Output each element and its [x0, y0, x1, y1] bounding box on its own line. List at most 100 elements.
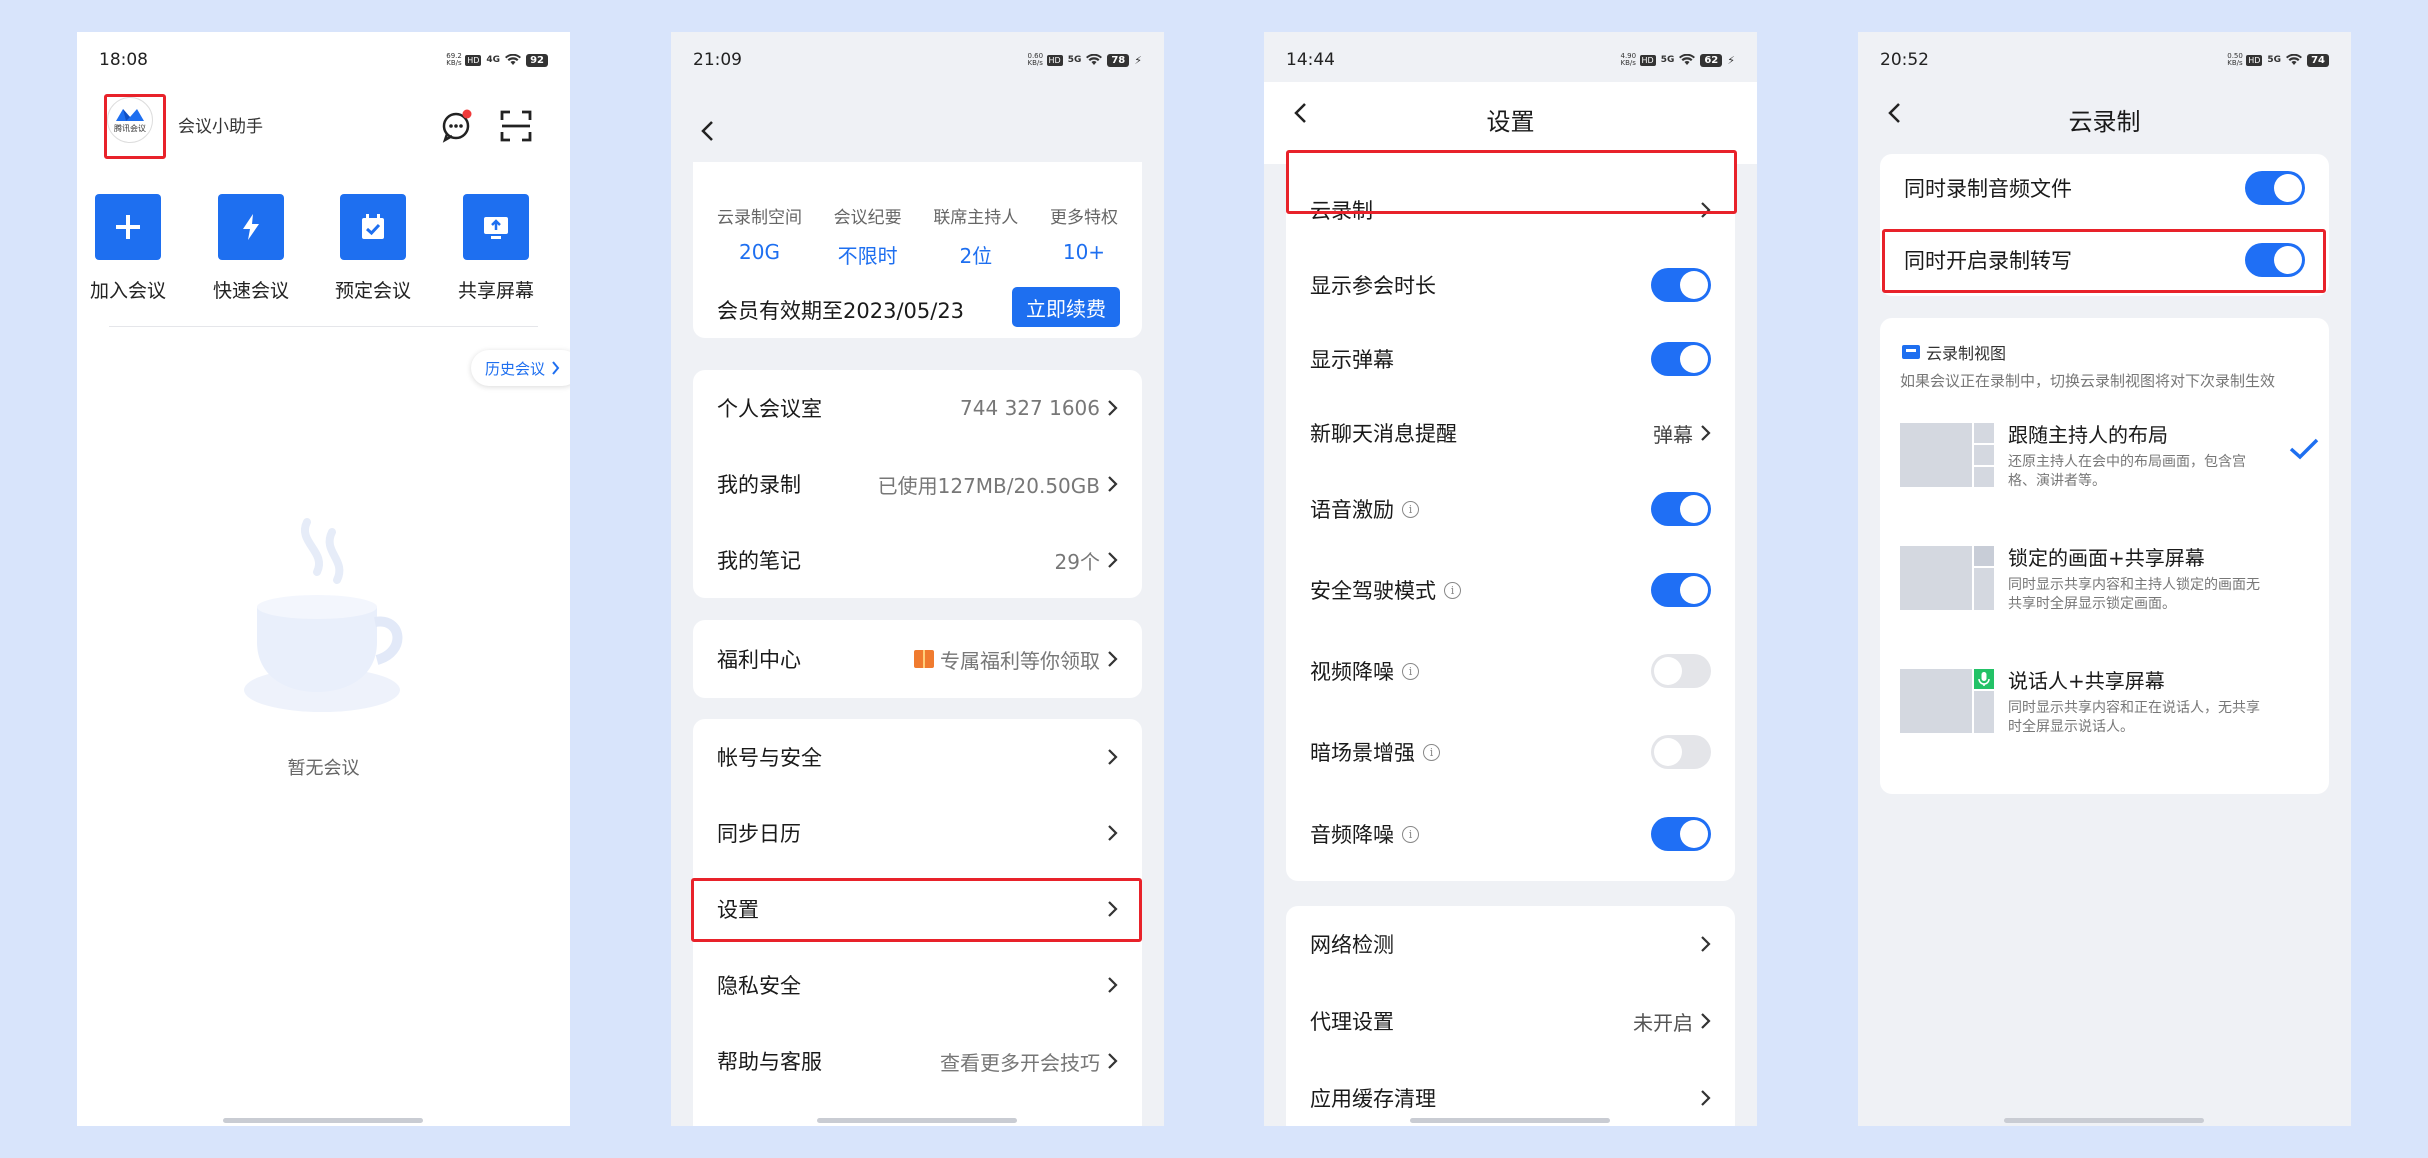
toggle-switch[interactable] [1651, 268, 1711, 302]
stat-value: 2位 [959, 244, 993, 268]
row-network-check[interactable]: 网络检测 [1286, 906, 1735, 982]
microphone-icon [1978, 672, 1990, 686]
stat-item[interactable]: 云录制空间 20G [717, 203, 802, 269]
toggle-switch[interactable] [1651, 817, 1711, 851]
toggle-switch[interactable] [1651, 654, 1711, 688]
toggle-switch[interactable] [1651, 492, 1711, 526]
row-account-security[interactable]: 帐号与安全 [693, 719, 1142, 795]
row-label: 隐私安全 [717, 974, 801, 998]
home-indicator[interactable] [1410, 1118, 1610, 1123]
row-my-recordings[interactable]: 我的录制 已使用127MB/20.50GB [693, 446, 1142, 522]
divider [109, 326, 538, 327]
stat-label: 会议纪要 [833, 208, 902, 228]
quick-action-share-screen[interactable]: 共享屏幕 [446, 194, 546, 303]
row-sync-calendar[interactable]: 同步日历 [693, 795, 1142, 871]
toggle-switch[interactable] [1651, 573, 1711, 607]
home-indicator[interactable] [223, 1118, 423, 1123]
chevron-right-icon [1108, 1053, 1118, 1069]
row-record-audio: 同时录制音频文件 [1880, 154, 2329, 222]
history-meetings-button[interactable]: 历史会议 [470, 350, 570, 386]
row-label: 我的笔记 [717, 549, 801, 573]
row-help-support[interactable]: 帮助与客服 查看更多开会技巧 [693, 1023, 1142, 1099]
network-type: 4G [486, 55, 501, 65]
app-logo-button[interactable]: 腾讯会议 [104, 94, 156, 146]
hd-icon: HD [1639, 54, 1656, 66]
chevron-right-icon [1701, 425, 1711, 441]
row-benefit-center[interactable]: 福利中心 专属福利等你领取 [693, 620, 1142, 698]
row-label: 应用缓存清理 [1310, 1087, 1436, 1111]
home-indicator[interactable] [817, 1118, 1017, 1123]
info-icon[interactable]: i [1402, 662, 1419, 680]
row-settings[interactable]: 设置 [693, 871, 1142, 947]
plus-icon [116, 215, 140, 239]
settings-toggle-card: 云录制 显示参会时长 显示弹幕 新聊天消息提醒 弹幕 语音激励 i 安全驾驶模式 i … [1286, 148, 1735, 881]
back-arrow-icon[interactable] [697, 120, 719, 142]
network-card: 网络检测 代理设置 未开启 应用缓存清理 [1286, 906, 1735, 1126]
scan-button[interactable] [498, 108, 534, 144]
row-cloud-recording[interactable]: 云录制 [1286, 178, 1735, 242]
row-personal-room[interactable]: 个人会议室 744 327 1606 [693, 370, 1142, 446]
chevron-right-icon [1108, 651, 1118, 667]
renew-button[interactable]: 立即续费 [1012, 287, 1120, 327]
row-my-notes[interactable]: 我的笔记 29个 [693, 522, 1142, 598]
info-icon[interactable]: i [1402, 825, 1419, 843]
stat-item[interactable]: 会议纪要 不限时 [834, 203, 902, 269]
section-description: 如果会议正在录制中，切换云录制视图将对下次录制生效 [1900, 372, 2276, 390]
toggle-switch[interactable] [2245, 243, 2305, 277]
wifi-icon [505, 54, 522, 65]
chevron-right-icon [1108, 400, 1118, 416]
row-label: 显示参会时长 [1310, 274, 1436, 298]
layout-option-follow-host[interactable]: 跟随主持人的布局 还原主持人在会中的布局画面，包含宫格、演讲者等。 [1900, 423, 2320, 533]
quick-action-instant[interactable]: 快速会议 [201, 194, 301, 303]
net-speed: 4.90 KB/s [1620, 52, 1637, 67]
toggle-switch[interactable] [1651, 735, 1711, 769]
battery-level: 74 [2307, 53, 2329, 67]
gift-icon [914, 650, 934, 668]
page-title: 设置 [1486, 108, 1535, 136]
chevron-right-icon [552, 361, 560, 375]
row-proxy-settings[interactable]: 代理设置 未开启 [1286, 983, 1735, 1059]
network-type: 5G [1660, 55, 1675, 65]
row-privacy-security[interactable]: 隐私安全 [693, 947, 1142, 1023]
row-label: 网络检测 [1310, 933, 1394, 957]
row-label: 帐号与安全 [717, 746, 822, 770]
chevron-right-icon [1108, 476, 1118, 492]
layout-thumbnail [1900, 546, 1994, 610]
messages-button[interactable] [439, 108, 475, 144]
chevron-right-icon [1108, 552, 1118, 568]
quick-action-schedule[interactable]: 预定会议 [323, 194, 423, 303]
info-icon[interactable]: i [1402, 500, 1419, 518]
net-speed: 0.50 KB/s [2227, 52, 2243, 67]
row-chat-alert[interactable]: 新聊天消息提醒 弹幕 [1286, 405, 1735, 461]
settings-card: 帐号与安全 同步日历 设置 隐私安全 帮助与客服 查看更多开会技巧 [693, 719, 1142, 1126]
row-clear-cache[interactable]: 应用缓存清理 [1286, 1060, 1735, 1126]
quick-action-join[interactable]: 加入会议 [78, 194, 178, 303]
stat-item[interactable]: 联席主持人 2位 [933, 203, 1018, 269]
nav-bar [671, 100, 1164, 166]
row-value: 29个 [1054, 549, 1100, 574]
layout-description: 同时显示共享内容和主持人锁定的画面无共享时全屏显示锁定画面。 [2008, 577, 2260, 612]
home-indicator[interactable] [2004, 1118, 2204, 1123]
toggle-switch[interactable] [2245, 171, 2305, 205]
network-type: 5G [1067, 55, 1082, 65]
wifi-icon [2286, 54, 2303, 65]
quick-action-label: 共享屏幕 [457, 280, 534, 302]
toggle-switch[interactable] [1651, 342, 1711, 376]
assistant-label[interactable]: 会议小助手 [178, 112, 263, 137]
row-label: 视频降噪 [1310, 660, 1394, 684]
status-bar: 14:44 4.90 KB/s HD 5G 62 ⚡ [1286, 48, 1735, 72]
row-record-transcription: 同时开启录制转写 [1880, 226, 2329, 294]
row-label: 语音激励 [1310, 498, 1394, 522]
charging-icon: ⚡ [1727, 53, 1735, 67]
membership-card: 云录制空间 20G 会议纪要 不限时 联席主持人 2位 更多特权 10+ 会员有效期至2… [693, 162, 1142, 338]
stat-label: 云录制空间 [717, 208, 802, 228]
layout-option-speaker-share[interactable]: 说话人+共享屏幕 同时显示共享内容和正在说话人，无共享时全屏显示说话人。 [1900, 669, 2320, 779]
layout-title: 跟随主持人的布局 [2008, 423, 2168, 447]
stat-label: 联席主持人 [933, 208, 1019, 228]
row-safe-driving: 安全驾驶模式 i [1286, 562, 1735, 618]
row-label: 云录制 [1310, 199, 1373, 223]
info-icon[interactable]: i [1423, 743, 1440, 761]
info-icon[interactable]: i [1444, 581, 1461, 599]
layout-option-locked-share[interactable]: 锁定的画面+共享屏幕 同时显示共享内容和主持人锁定的画面无共享时全屏显示锁定画面… [1900, 546, 2320, 656]
stat-item[interactable]: 更多特权 10+ [1050, 203, 1118, 269]
